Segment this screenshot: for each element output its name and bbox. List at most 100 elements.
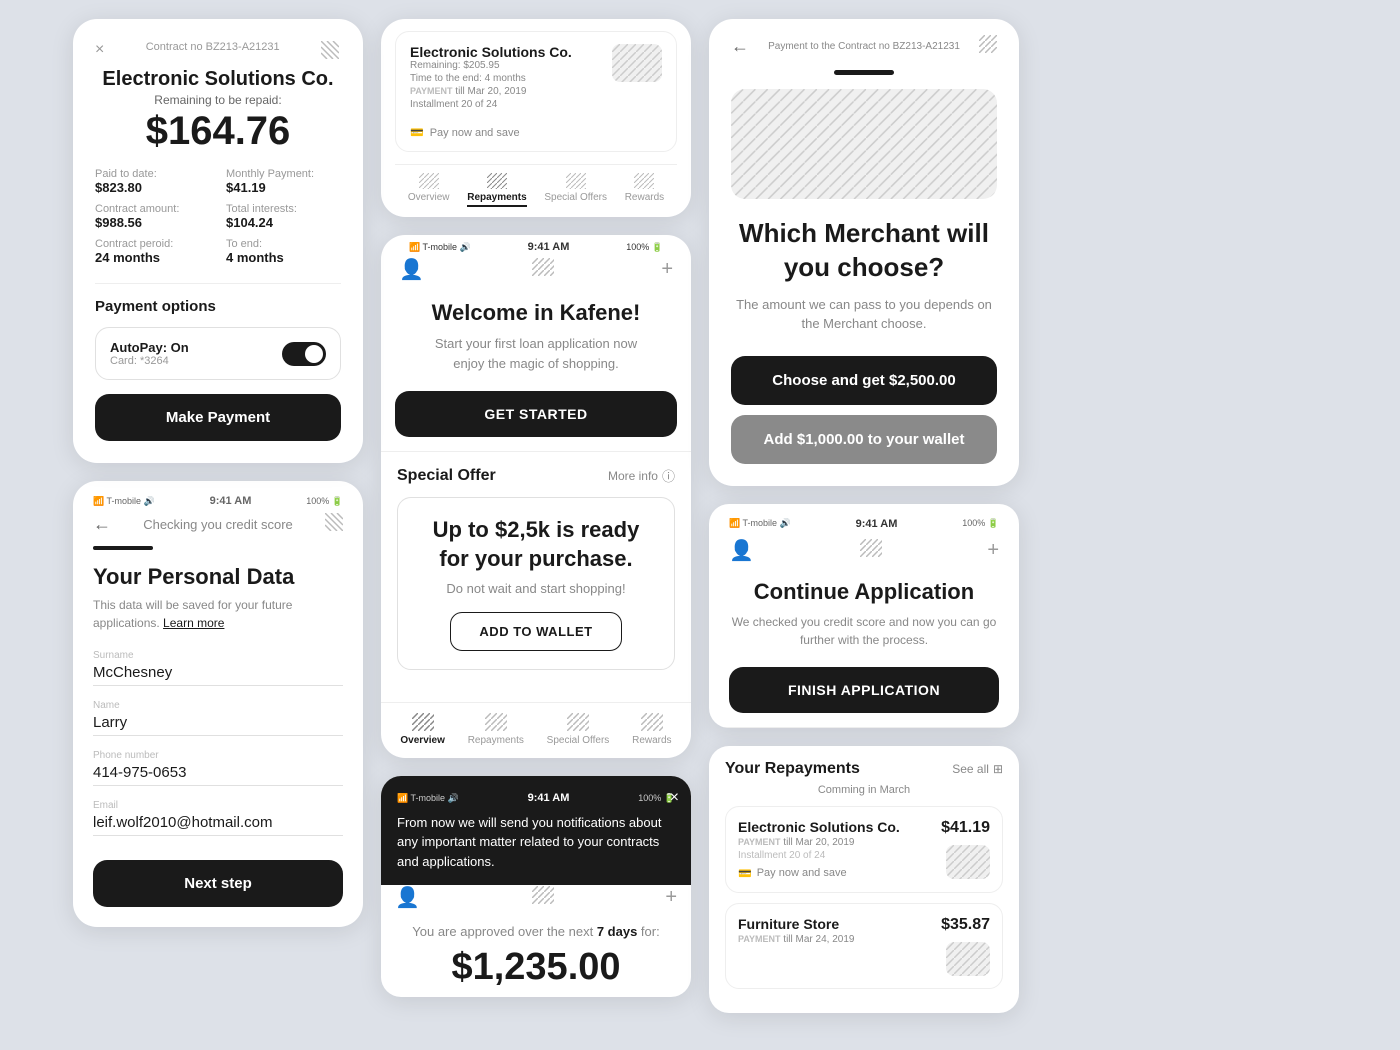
special-offer-title: Special Offer bbox=[397, 467, 496, 485]
add-to-wallet-button[interactable]: ADD TO WALLET bbox=[450, 612, 621, 651]
card-icon: 💳 bbox=[738, 867, 752, 880]
battery-status: 100% 🔋 bbox=[306, 496, 343, 507]
autopay-label: AutoPay: On bbox=[110, 340, 189, 355]
learn-more-link[interactable]: Learn more bbox=[163, 616, 224, 630]
days-strong: 7 days bbox=[597, 924, 637, 939]
item2-company: Furniture Store bbox=[738, 916, 936, 932]
surname-label: Surname bbox=[93, 650, 343, 661]
nav-repayments-label: Repayments bbox=[467, 192, 526, 203]
choose-merchant-button[interactable]: Choose and get $2,500.00 bbox=[731, 356, 997, 405]
progress-bar bbox=[93, 546, 153, 550]
paid-to-date-value: $823.80 bbox=[95, 180, 210, 195]
get-started-button[interactable]: GET STARTED bbox=[395, 391, 677, 437]
finish-application-button[interactable]: FINISH APPLICATION bbox=[729, 667, 999, 713]
contract-period-value: 24 months bbox=[95, 250, 210, 265]
contract-period-label: Contract peroid: bbox=[95, 238, 210, 250]
hatch-icon bbox=[860, 539, 882, 562]
add-to-wallet-button[interactable]: Add $1,000.00 to your wallet bbox=[731, 415, 997, 464]
item1-company: Electronic Solutions Co. bbox=[738, 819, 936, 835]
continue-subtitle: We checked you credit score and now you … bbox=[729, 613, 999, 649]
welcome-subtitle: Start your first loan application nowenj… bbox=[395, 334, 677, 373]
nav-rewards-label: Rewards bbox=[625, 192, 664, 203]
close-icon[interactable]: × bbox=[670, 786, 679, 810]
nav-rewards[interactable]: Rewards bbox=[625, 173, 664, 207]
page-title: Your Personal Data bbox=[93, 564, 343, 590]
see-all-label: See all bbox=[952, 762, 989, 776]
back-icon[interactable]: ← bbox=[731, 36, 749, 57]
signal-status: 📶 T-mobile 🔊 bbox=[729, 518, 791, 530]
payment-options-title: Payment options bbox=[95, 298, 341, 315]
approved-text: You are approved over the next 7 days fo… bbox=[381, 922, 691, 946]
time-display: 9:41 AM bbox=[528, 241, 570, 253]
to-end-value: 4 months bbox=[226, 250, 341, 265]
make-payment-button[interactable]: Make Payment bbox=[95, 394, 341, 441]
more-info-link[interactable]: More info ⓘ bbox=[608, 466, 675, 485]
total-interests-value: $104.24 bbox=[226, 215, 341, 230]
email-label: Email bbox=[93, 800, 343, 811]
nav-overview[interactable]: Overview bbox=[408, 173, 450, 207]
nav-special-offers-label: Special Offers bbox=[544, 192, 607, 203]
person-icon: 👤 bbox=[729, 538, 754, 563]
repayments-section-card: Your Repayments See all ⊞ Comming in Mar… bbox=[709, 746, 1019, 1013]
nav-overview-label: Overview bbox=[400, 735, 444, 746]
remaining-label: Remaining to be repaid: bbox=[95, 93, 341, 107]
company-name: Electronic Solutions Co. bbox=[95, 68, 341, 91]
monthly-payment-label: Monthly Payment: bbox=[226, 168, 341, 180]
repayment-item-2: Furniture Store PAYMENT till Mar 24, 201… bbox=[725, 903, 1003, 989]
item1-payment-date: till Mar 20, 2019 bbox=[783, 837, 854, 848]
nav-repayments[interactable]: Repayments bbox=[468, 713, 524, 746]
rep-company-name: Electronic Solutions Co. bbox=[410, 44, 572, 60]
signal-status: 📶 T-mobile 🔊 bbox=[409, 242, 471, 253]
repayment-item-1: Electronic Solutions Co. PAYMENT till Ma… bbox=[725, 806, 1003, 893]
repayments-mini-card: Electronic Solutions Co. Remaining: $205… bbox=[381, 19, 691, 217]
contract-card: × Contract no BZ213-A21231 Electronic So… bbox=[73, 19, 363, 463]
paid-to-date-label: Paid to date: bbox=[95, 168, 210, 180]
offer-subtext: Do not wait and start shopping! bbox=[414, 581, 658, 596]
nav-special-offers[interactable]: Special Offers bbox=[544, 173, 607, 207]
coming-in-march: Comming in March bbox=[725, 784, 1003, 796]
notification-bar: 📶 T-mobile 🔊 9:41 AM 100% 🔋 From now we … bbox=[381, 776, 691, 885]
offer-headline: Up to $2,5k is readyfor your purchase. bbox=[414, 516, 658, 573]
person-icon: 👤 bbox=[399, 257, 424, 282]
card-label: Card: *3264 bbox=[110, 355, 189, 367]
welcome-title: Welcome in Kafene! bbox=[395, 300, 677, 326]
continue-title: Continue Application bbox=[729, 579, 999, 605]
back-icon[interactable]: ← bbox=[93, 514, 111, 535]
rep-remaining: Remaining: $205.95 bbox=[410, 60, 572, 71]
add-icon[interactable]: + bbox=[987, 539, 999, 562]
time-display: 9:41 AM bbox=[210, 495, 252, 507]
nav-rewards-label: Rewards bbox=[632, 735, 671, 746]
time-display: 9:41 AM bbox=[856, 518, 898, 530]
notification-card: 📶 T-mobile 🔊 9:41 AM 100% 🔋 From now we … bbox=[381, 776, 691, 997]
autopay-toggle[interactable] bbox=[282, 342, 326, 366]
nav-repayments[interactable]: Repayments bbox=[467, 173, 526, 207]
rep-installment: Installment 20 of 24 bbox=[410, 99, 572, 110]
contract-text: Payment to the Contract no BZ213-A21231 bbox=[749, 41, 979, 52]
more-info-label: More info bbox=[608, 469, 658, 483]
nav-overview[interactable]: Overview bbox=[400, 713, 444, 746]
hatch-icon bbox=[979, 35, 997, 58]
item1-amount: $41.19 bbox=[941, 819, 990, 837]
monthly-payment-value: $41.19 bbox=[226, 180, 341, 195]
card-icon: 💳 bbox=[410, 126, 424, 139]
remaining-amount: $164.76 bbox=[95, 109, 341, 154]
merchant-heading: Which Merchant willyou choose? bbox=[731, 217, 997, 285]
item2-amount: $35.87 bbox=[941, 916, 990, 934]
next-step-button[interactable]: Next step bbox=[93, 860, 343, 907]
progress-bar bbox=[834, 70, 894, 75]
name-label: Name bbox=[93, 700, 343, 711]
hatch-icon bbox=[321, 41, 341, 64]
see-all-link[interactable]: See all ⊞ bbox=[952, 762, 1003, 776]
merchant-card: ← Payment to the Contract no BZ213-A2123… bbox=[709, 19, 1019, 486]
add-icon[interactable]: + bbox=[665, 886, 677, 909]
hatch-icon bbox=[532, 258, 554, 281]
add-icon[interactable]: + bbox=[661, 258, 673, 281]
battery-status: 100% 🔋 bbox=[626, 242, 663, 253]
nav-rewards[interactable]: Rewards bbox=[632, 713, 671, 746]
page-subtitle: This data will be saved for your future … bbox=[93, 596, 343, 632]
bottom-navigation: Overview Repayments Special Offers Rewar… bbox=[395, 164, 677, 217]
nav-special-offers-label: Special Offers bbox=[547, 735, 610, 746]
close-icon[interactable]: × bbox=[95, 41, 104, 59]
repayments-title: Your Repayments bbox=[725, 760, 860, 778]
nav-special-offers[interactable]: Special Offers bbox=[547, 713, 610, 746]
